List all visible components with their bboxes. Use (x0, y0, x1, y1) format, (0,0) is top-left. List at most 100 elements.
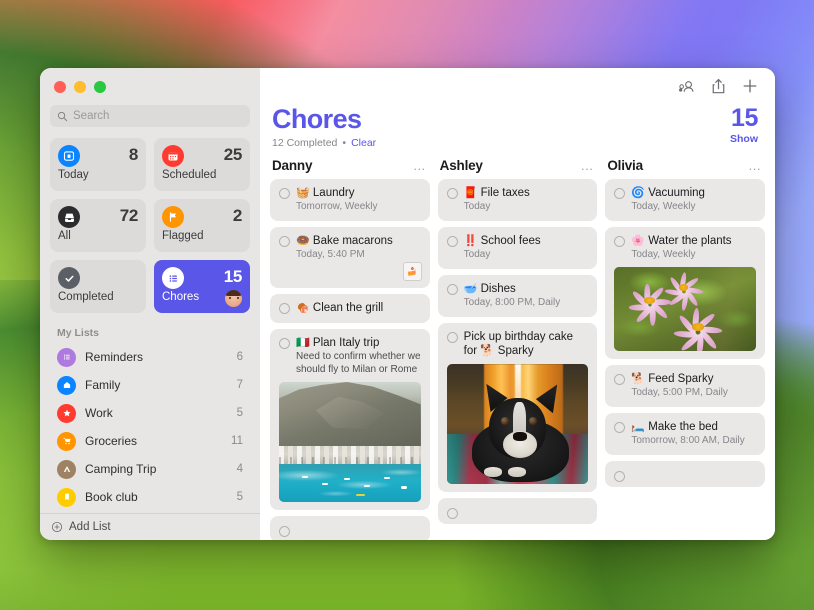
column-title: Olivia (607, 158, 643, 173)
complete-circle-icon[interactable] (614, 471, 625, 482)
reminder-subtitle: Today (464, 201, 589, 213)
show-completed-button[interactable]: Show (730, 133, 758, 145)
column-items: 🧧 File taxes Today (438, 179, 598, 524)
complete-circle-icon[interactable] (279, 338, 290, 349)
complete-circle-icon[interactable] (447, 188, 458, 199)
attachment-photo-flowers[interactable] (614, 267, 756, 351)
search-input[interactable] (73, 110, 243, 122)
my-lists-heading: My Lists (40, 313, 260, 343)
reminder-card[interactable]: 🌀 Vacuuming Today, Weekly (605, 179, 765, 221)
clear-button[interactable]: Clear (351, 137, 376, 149)
column-title: Ashley (440, 158, 483, 173)
reminder-title: 🍩 Bake macarons (296, 234, 421, 248)
attachment-photo-italy[interactable] (279, 382, 421, 502)
sidebar-tile-all[interactable]: 72 All (50, 199, 146, 252)
sidebar-tile-today[interactable]: 8 Today (50, 138, 146, 191)
complete-circle-icon[interactable] (614, 422, 625, 433)
reminder-title-text: Vacuuming (648, 187, 705, 199)
star-icon (57, 404, 76, 423)
column-items: 🌀 Vacuuming Today, Weekly (605, 179, 765, 487)
sidebar-tile-flagged[interactable]: 2 Flagged (154, 199, 250, 252)
reminder-card[interactable]: 🛏️ Make the bed Tomorrow, 8:00 AM, Daily (605, 413, 765, 455)
sidebar-item-count: 11 (231, 435, 243, 447)
reminder-card[interactable]: 🇮🇹 Plan Italy trip Need to confirm wheth… (270, 329, 430, 510)
add-list-button[interactable]: Add List (40, 513, 260, 540)
cart-icon (57, 432, 76, 451)
flag-icon (162, 206, 184, 228)
complete-circle-icon[interactable] (279, 188, 290, 199)
tile-label: Today (58, 169, 138, 181)
attachment-photo-dog[interactable] (447, 364, 589, 484)
sidebar-item-label: Family (85, 378, 237, 392)
search-icon (57, 111, 68, 122)
sidebar-item-label: Book club (85, 490, 237, 504)
reminder-emoji: 🧺 (296, 187, 310, 199)
complete-circle-icon[interactable] (447, 332, 458, 343)
reminder-card[interactable]: 🍩 Bake macarons Today, 5:40 PM 🍰 (270, 227, 430, 288)
close-button[interactable] (54, 81, 66, 93)
sidebar-item-count: 5 (237, 407, 243, 419)
reminder-emoji: 🛏️ (631, 421, 645, 433)
zoom-button[interactable] (94, 81, 106, 93)
complete-circle-icon[interactable] (447, 236, 458, 247)
reminder-card[interactable]: ‼️ School fees Today (438, 227, 598, 269)
search-box[interactable] (50, 105, 250, 127)
reminder-emoji: 🌸 (631, 235, 645, 247)
reminder-title: 🌸 Water the plants (631, 234, 756, 248)
sidebar-item-label: Camping Trip (85, 462, 237, 476)
complete-circle-icon[interactable] (614, 188, 625, 199)
complete-circle-icon[interactable] (279, 526, 290, 537)
reminder-emoji: 🐕 (631, 373, 645, 385)
reminder-card[interactable]: Pick up birthday cake for 🐕 Sparky (438, 323, 598, 492)
reminder-card[interactable]: 🍖 Clean the grill (270, 294, 430, 323)
reminder-title-text: Pick up birthday cake for 🐕 Sparky (464, 330, 589, 358)
column-header: Danny ... (270, 158, 430, 179)
main-content: Chores 12 Completed • Clear 15 Show Dann… (260, 68, 775, 540)
column-title: Danny (272, 158, 312, 173)
complete-circle-icon[interactable] (447, 508, 458, 519)
complete-circle-icon[interactable] (279, 303, 290, 314)
column-more-button[interactable]: ... (581, 162, 593, 170)
sidebar-item-family[interactable]: Family 7 (50, 371, 250, 399)
sidebar-tile-scheduled[interactable]: 25 Scheduled (154, 138, 250, 191)
reminder-subtitle: Today, Weekly (631, 249, 756, 261)
attachment-thumbnail[interactable]: 🍰 (403, 262, 422, 281)
sidebar-item-camping-trip[interactable]: Camping Trip 4 (50, 455, 250, 483)
reminder-card[interactable]: 🐕 Feed Sparky Today, 5:00 PM, Daily (605, 365, 765, 407)
reminder-subtitle: Tomorrow, 8:00 AM, Daily (631, 435, 756, 447)
complete-circle-icon[interactable] (279, 236, 290, 247)
sidebar-item-groceries[interactable]: Groceries 11 (50, 427, 250, 455)
sidebar-item-label: Work (85, 406, 237, 420)
my-lists: Reminders 6 Family 7 Work 5 (40, 343, 260, 540)
sidebar-item-reminders[interactable]: Reminders 6 (50, 343, 250, 371)
tile-count: 15 (224, 267, 242, 287)
plus-icon[interactable] (742, 78, 758, 94)
minimize-button[interactable] (74, 81, 86, 93)
sidebar-item-book-club[interactable]: Book club 5 (50, 483, 250, 511)
complete-circle-icon[interactable] (614, 374, 625, 385)
column-more-button[interactable]: ... (413, 162, 425, 170)
tile-count: 8 (129, 145, 138, 165)
reminder-card[interactable]: 🧺 Laundry Tomorrow, Weekly (270, 179, 430, 221)
new-reminder-row[interactable] (270, 516, 430, 540)
reminder-emoji: 🍩 (296, 235, 310, 247)
reminder-card[interactable]: 🌸 Water the plants Today, Weekly (605, 227, 765, 359)
tile-count: 25 (224, 145, 242, 165)
column-more-button[interactable]: ... (749, 162, 761, 170)
new-reminder-row[interactable] (605, 461, 765, 487)
sidebar-tile-chores[interactable]: 15 Chores (154, 260, 250, 313)
bookmark-icon (57, 488, 76, 507)
reminder-card[interactable]: 🧧 File taxes Today (438, 179, 598, 221)
reminders-window: 8 Today (40, 68, 775, 540)
share-export-icon[interactable] (711, 78, 726, 95)
complete-circle-icon[interactable] (447, 284, 458, 295)
reminder-title: 🛏️ Make the bed (631, 420, 756, 434)
reminder-emoji: ‼️ (464, 235, 478, 247)
reminder-card[interactable]: 🥣 Dishes Today, 8:00 PM, Daily (438, 275, 598, 317)
complete-circle-icon[interactable] (614, 236, 625, 247)
sidebar-item-work[interactable]: Work 5 (50, 399, 250, 427)
new-reminder-row[interactable] (438, 498, 598, 524)
sidebar-item-count: 4 (237, 463, 243, 475)
sidebar-tile-completed[interactable]: Completed (50, 260, 146, 313)
share-people-icon[interactable] (678, 79, 695, 94)
